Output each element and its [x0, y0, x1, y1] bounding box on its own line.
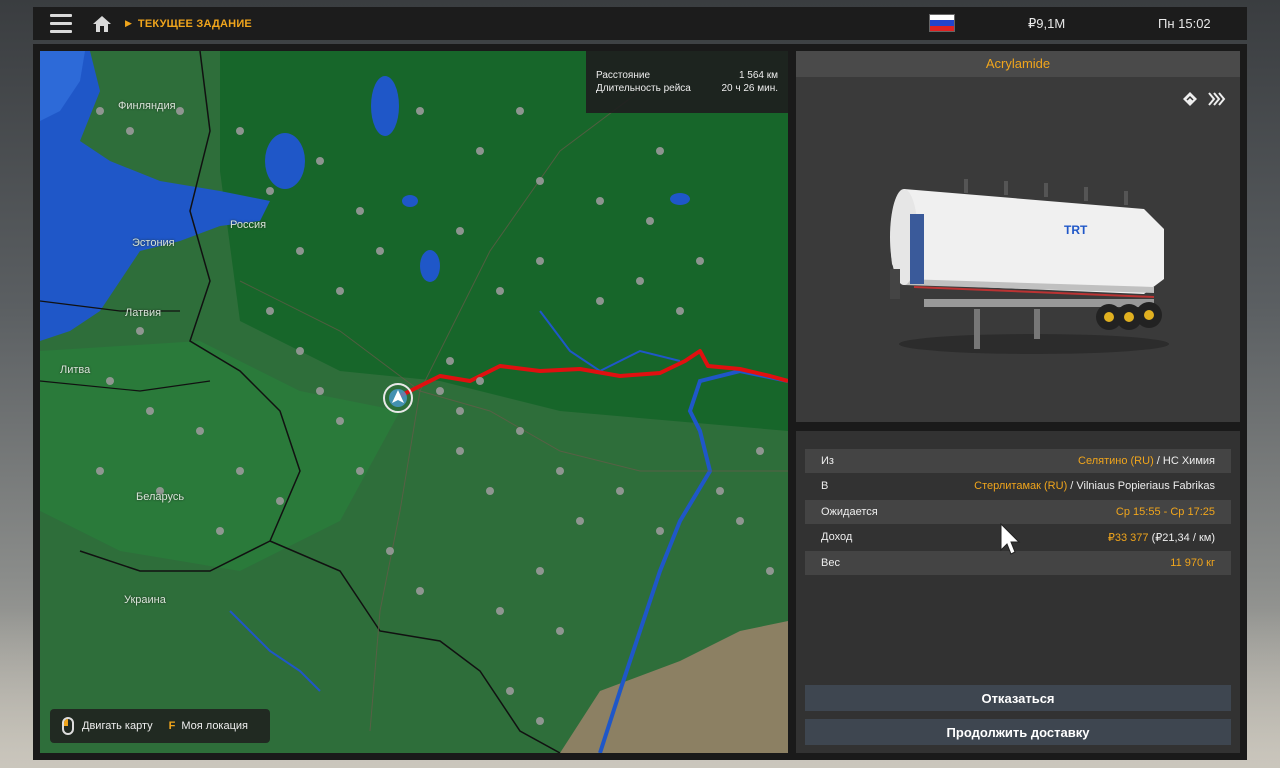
from-label: Из — [821, 455, 834, 467]
move-map-label: Двигать карту — [82, 720, 153, 732]
fast-forward-icon[interactable] — [1208, 91, 1226, 112]
map-label-lithuania: Литва — [60, 364, 91, 376]
cancel-job-button[interactable]: Отказаться — [805, 685, 1231, 711]
weight-label: Вес — [821, 557, 840, 569]
expected-label: Ожидается — [821, 506, 878, 518]
map-label-finland: Финляндия — [118, 100, 176, 112]
breadcrumb: ТЕКУЩЕЕ ЗАДАНИЕ — [137, 17, 252, 30]
f-key-hint: F — [168, 720, 176, 732]
route-stats: Расстояние 1 564 км Длительность рейса 2… — [586, 51, 788, 113]
map-label-ukraine: Украина — [124, 594, 166, 606]
map-label-latvia: Латвия — [125, 307, 162, 319]
menu-icon[interactable] — [41, 7, 81, 40]
map-controls-legend: Двигать карту F Моя локация — [50, 709, 270, 743]
to-company: Vilniaus Popieriaus Fabrikas — [1076, 480, 1215, 492]
russia-flag-icon — [929, 14, 955, 32]
distance-value: 1 564 км — [738, 70, 778, 81]
route-map[interactable]: Финляндия Россия Эстония Латвия Литва Бе… — [40, 51, 788, 753]
detail-row-to: В Стерлитамак (RU) / Vilniaus Popieriaus… — [805, 474, 1231, 498]
detail-row-from: Из Селятино (RU) / НС Химия — [805, 449, 1231, 473]
mouse-icon — [62, 717, 74, 735]
route-diamond-icon[interactable] — [1182, 91, 1198, 112]
to-city: Стерлитамак (RU) — [974, 480, 1068, 492]
map-label-russia: Россия — [230, 219, 267, 231]
game-clock: Пн 15:02 — [1158, 16, 1211, 31]
continue-delivery-button[interactable]: Продолжить доставку — [805, 719, 1231, 745]
mouse-cursor-icon — [1000, 523, 1021, 555]
detail-row-expected: Ожидается Ср 15:55 - Ср 17:25 — [805, 500, 1231, 524]
duration-label: Длительность рейса — [596, 83, 691, 94]
expected-value: Ср 15:55 - Ср 17:25 — [1115, 506, 1215, 518]
from-separator: / — [1153, 455, 1163, 467]
top-bar: ▶ ТЕКУЩЕЕ ЗАДАНИЕ ₽9,1M Пн 15:02 — [33, 7, 1247, 40]
home-icon[interactable] — [85, 7, 119, 40]
map-label-belarus: Беларусь — [136, 491, 185, 503]
weight-value: 11 970 кг — [1170, 557, 1215, 569]
tanker-trailer-image: TRT — [890, 179, 1169, 354]
income-value: ₽33 377 — [1107, 531, 1149, 544]
job-details-panel: Из Селятино (RU) / НС Химия В Стерлитама… — [796, 431, 1240, 753]
income-per-km: (₽21,34 / км) — [1151, 531, 1215, 544]
my-location-label[interactable]: Моя локация — [181, 720, 248, 732]
trailer-logo: TRT — [1064, 223, 1088, 237]
distance-label: Расстояние — [596, 70, 651, 81]
income-label: Доход — [821, 531, 853, 543]
cargo-panel: Acrylamide TRT — [796, 51, 1240, 422]
from-company: НС Химия — [1162, 455, 1215, 467]
duration-value: 20 ч 26 мин. — [721, 83, 778, 94]
to-label: В — [821, 480, 829, 492]
money-balance: ₽9,1M — [1028, 16, 1066, 31]
map-graphic — [40, 51, 788, 753]
cargo-name: Acrylamide — [796, 51, 1240, 77]
from-city: Селятино (RU) — [1078, 455, 1154, 467]
chevron-right-icon: ▶ — [125, 18, 132, 28]
map-label-estonia: Эстония — [132, 237, 175, 249]
